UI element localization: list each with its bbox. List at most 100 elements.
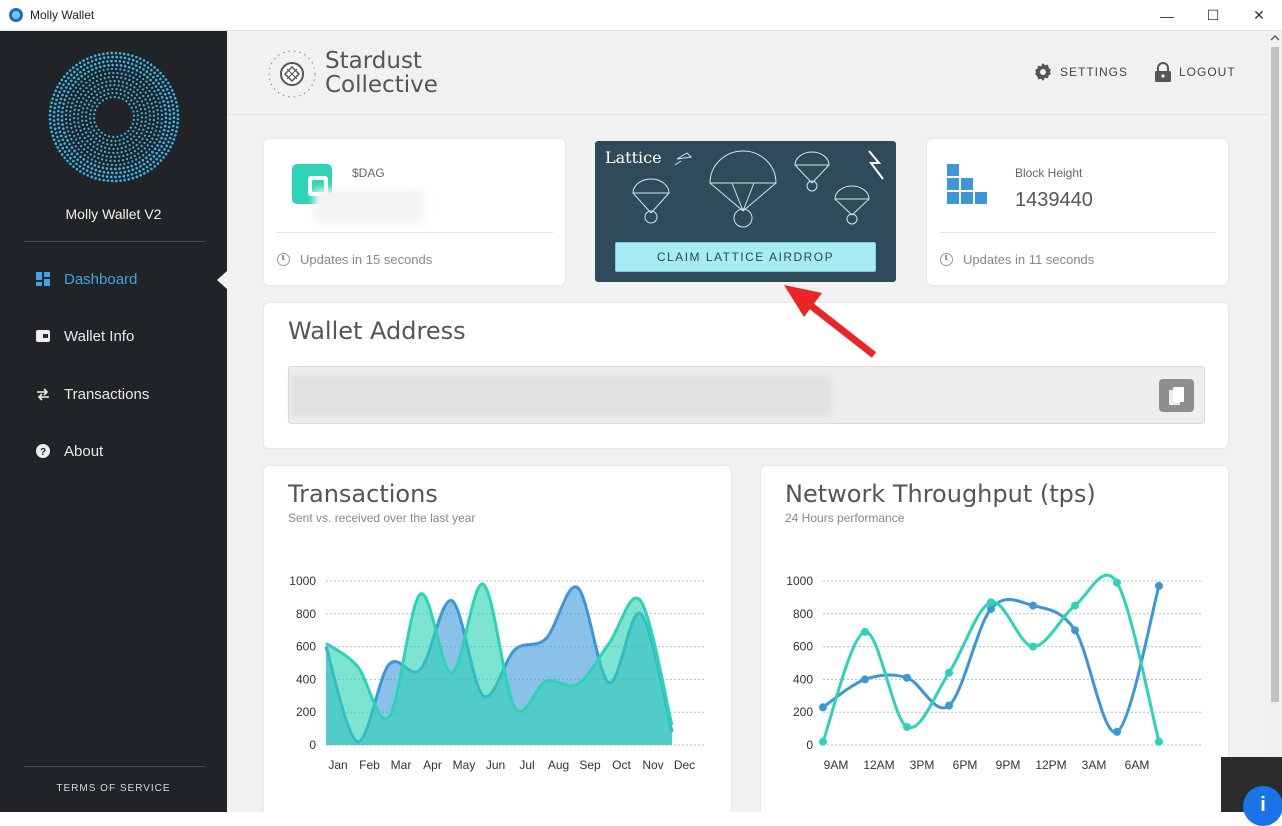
data-point[interactable]: [1029, 601, 1037, 610]
logo-dot: [101, 60, 105, 64]
data-point[interactable]: [819, 703, 827, 712]
logo-dot: [51, 134, 55, 138]
logo-dot: [110, 171, 114, 175]
logo-dot: [119, 68, 122, 71]
scroll-up-icon[interactable]: [1270, 33, 1280, 43]
close-button[interactable]: ✕: [1236, 0, 1282, 31]
logo-dot: [107, 55, 110, 59]
logo-dot: [99, 95, 102, 99]
data-point[interactable]: [819, 737, 827, 746]
logo-dot: [122, 154, 125, 157]
wallet-icon: [36, 329, 50, 343]
logo-dot: [114, 143, 117, 147]
block-height-card: Block Height 1439440 Updates in 11 secon…: [926, 138, 1229, 286]
data-point[interactable]: [987, 598, 995, 607]
data-point[interactable]: [1029, 642, 1037, 651]
logo-dot: [131, 71, 134, 74]
dag-balance-hidden: [314, 189, 424, 223]
logo-dot: [165, 96, 169, 100]
vertical-scrollbar[interactable]: [1268, 31, 1282, 812]
logo-dot: [130, 138, 133, 141]
settings-button[interactable]: SETTINGS: [1033, 61, 1128, 83]
data-point[interactable]: [1071, 601, 1079, 610]
logo-dot: [145, 130, 148, 133]
data-point[interactable]: [1155, 581, 1163, 590]
logo-dot: [120, 76, 123, 79]
logo-dot: [127, 91, 130, 95]
logo-dot: [89, 162, 93, 165]
logo-dot: [97, 156, 100, 160]
logo-dot: [97, 152, 100, 156]
stardust-logo-icon: [268, 50, 316, 98]
logo-dot: [86, 140, 89, 143]
data-point[interactable]: [945, 668, 953, 677]
data-point[interactable]: [1155, 737, 1163, 746]
logo-dot: [156, 162, 160, 165]
wallet-address-field[interactable]: [288, 366, 1205, 424]
sidebar-item-dashboard[interactable]: Dashboard: [0, 259, 227, 299]
logo-dot: [131, 122, 134, 126]
sidebar-item-wallet-info[interactable]: Wallet Info: [0, 316, 227, 356]
logo-dot: [117, 159, 120, 162]
data-point[interactable]: [903, 722, 911, 731]
logo-dot: [155, 104, 158, 108]
data-point[interactable]: [945, 701, 953, 710]
logo-dot: [60, 153, 64, 156]
logo-dot: [95, 137, 98, 140]
x-tick-label: 3PM: [910, 758, 935, 772]
logo-dot: [123, 178, 126, 182]
logo-dot: [94, 71, 97, 74]
data-point[interactable]: [1113, 578, 1121, 587]
logo-dot: [146, 160, 149, 164]
logo-dot: [135, 60, 139, 63]
claim-lattice-airdrop-button[interactable]: CLAIM LATTICE AIRDROP: [615, 242, 876, 272]
data-point[interactable]: [1071, 626, 1079, 635]
logo-dot: [69, 110, 72, 113]
lattice-airdrop-card: Lattice CLAIM LATTICE AIRDROP: [595, 141, 896, 282]
logo-dot: [97, 61, 101, 65]
logo-dot: [139, 173, 142, 177]
sidebar-item-transactions[interactable]: Transactions: [0, 374, 227, 414]
data-point[interactable]: [861, 627, 869, 636]
logo-dot: [158, 154, 161, 158]
scrollbar-thumb[interactable]: [1271, 47, 1279, 702]
logo-dot: [81, 123, 85, 126]
logo-dot: [151, 137, 154, 140]
logo-dot: [90, 99, 93, 102]
logo-dot: [113, 79, 116, 83]
logo-dot: [53, 123, 56, 126]
logo-dot: [75, 73, 79, 77]
logo-dot: [85, 169, 89, 172]
logo-dot: [168, 117, 172, 121]
logo-dot: [95, 105, 99, 108]
logo-dot: [86, 107, 89, 110]
data-point[interactable]: [1113, 727, 1121, 736]
logo-dot: [86, 146, 90, 149]
sidebar-item-label: About: [64, 442, 104, 460]
logo-dot: [148, 134, 151, 138]
logo-dot: [61, 123, 64, 126]
logo-dot: [77, 96, 80, 100]
main-content: Stardust Collective SETTINGS LOGOUT $DAG: [227, 31, 1268, 812]
logo-dot: [109, 167, 113, 171]
logo-dot: [83, 143, 87, 146]
logo-dot: [114, 163, 118, 167]
logo-dot: [132, 102, 136, 105]
copy-address-button[interactable]: [1159, 379, 1194, 412]
logo-dot: [128, 143, 131, 147]
y-tick-label: 600: [296, 640, 316, 654]
logo-dot: [99, 73, 103, 77]
logo-dot: [77, 83, 80, 86]
minimize-button[interactable]: —: [1144, 0, 1190, 31]
logo-dot: [72, 116, 76, 120]
terms-of-service-link[interactable]: TERMS OF SERVICE: [0, 783, 227, 794]
logo-dot: [127, 177, 131, 181]
data-point[interactable]: [903, 673, 911, 682]
logo-dot: [92, 129, 96, 132]
sidebar-item-about[interactable]: ? About: [0, 431, 227, 471]
logout-button[interactable]: LOGOUT: [1154, 61, 1236, 83]
logo-dot: [63, 89, 66, 93]
info-icon[interactable]: i: [1243, 786, 1282, 826]
data-point[interactable]: [861, 675, 869, 684]
maximize-button[interactable]: ☐: [1190, 0, 1236, 31]
